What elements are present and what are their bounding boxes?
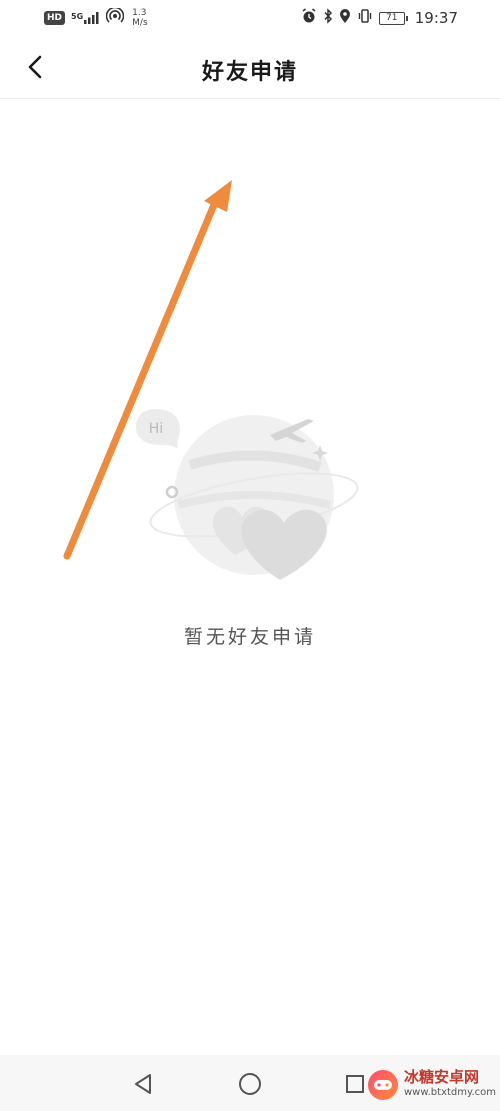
nav-recent-button[interactable] xyxy=(340,1069,370,1099)
battery-level: 71 xyxy=(386,13,398,23)
signal-icon: 5G xyxy=(71,12,100,24)
hd-badge: HD xyxy=(44,11,66,25)
net-speed-unit: M/s xyxy=(132,18,148,28)
location-icon xyxy=(339,8,351,28)
hotspot-icon xyxy=(105,6,125,28)
status-left: HD 5G 1.3 M/s xyxy=(44,6,148,28)
empty-state-message: 暂无好友申请 xyxy=(183,626,316,648)
square-recent-icon xyxy=(346,1075,364,1093)
battery-icon: 71 xyxy=(378,11,408,25)
status-bar: HD 5G 1.3 M/s 71 19:37 xyxy=(0,0,500,36)
status-time: 19:37 xyxy=(414,9,458,27)
triangle-back-icon xyxy=(135,1074,151,1094)
nav-home-button[interactable] xyxy=(235,1069,265,1099)
watermark-title: 冰糖安卓网 xyxy=(404,1068,480,1086)
alarm-icon xyxy=(301,8,317,28)
network-speed: 1.3 M/s xyxy=(132,8,148,28)
nav-back-button[interactable] xyxy=(128,1069,158,1099)
vibrate-icon xyxy=(357,8,373,28)
watermark-url: www.btxtdmy.com xyxy=(404,1087,497,1098)
gamepad-logo-icon xyxy=(368,1070,398,1100)
signal-label: 5G xyxy=(71,12,84,21)
watermark: 冰糖安卓网 www.btxtdmy.com xyxy=(368,1070,496,1100)
bluetooth-icon xyxy=(323,8,333,28)
empty-state-illustration: Hi xyxy=(136,409,359,580)
watermark-text: 冰糖安卓网 www.btxtdmy.com xyxy=(404,1070,496,1100)
status-right: 71 19:37 xyxy=(301,8,458,28)
net-speed-value: 1.3 xyxy=(132,8,147,18)
circle-home-icon xyxy=(239,1073,261,1095)
app-header: 好友申请 xyxy=(0,36,500,99)
hi-bubble-text: Hi xyxy=(149,421,163,437)
page-title: 好友申请 xyxy=(201,60,298,85)
